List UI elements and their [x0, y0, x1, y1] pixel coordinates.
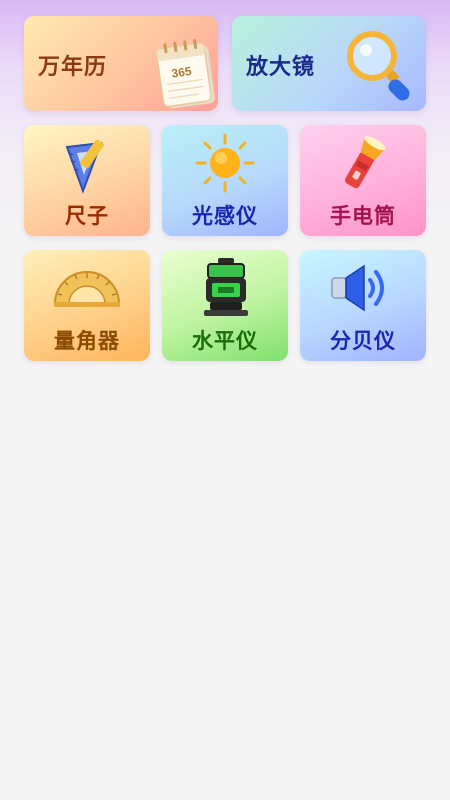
calendar-tool-card[interactable]: 万年历 365 — [24, 16, 218, 111]
flashlight-tool-card[interactable]: 手电筒 — [300, 125, 426, 236]
tools-grid: 万年历 365 放大镜 尺子 光感仪 手电筒 量角器 水平仪 分贝仪 — [0, 0, 450, 800]
flashlight-tool-label: 手电筒 — [330, 204, 396, 228]
light-sensor-tool-card[interactable]: 光感仪 — [162, 125, 288, 236]
magnifier-tool-card[interactable]: 放大镜 — [232, 16, 426, 111]
protractor-tool-card[interactable]: 量角器 — [24, 250, 150, 361]
sun-icon — [195, 133, 255, 197]
laser-level-icon — [200, 256, 252, 324]
ruler-tool-label: 尺子 — [65, 204, 109, 228]
light-sensor-tool-label: 光感仪 — [192, 204, 258, 228]
protractor-tool-label: 量角器 — [54, 329, 120, 353]
calendar-tool-label: 万年历 — [38, 55, 108, 80]
calendar-icon: 365 — [155, 38, 218, 111]
ruler-icon — [57, 133, 117, 199]
decibel-meter-tool-label: 分贝仪 — [330, 329, 396, 353]
decibel-meter-tool-card[interactable]: 分贝仪 — [300, 250, 426, 361]
flashlight-icon — [333, 133, 393, 199]
speaker-icon — [330, 262, 394, 318]
level-tool-card[interactable]: 水平仪 — [162, 250, 288, 361]
level-tool-label: 水平仪 — [192, 329, 258, 353]
protractor-icon — [52, 264, 122, 312]
magnifier-tool-label: 放大镜 — [246, 55, 316, 80]
ruler-tool-card[interactable]: 尺子 — [24, 125, 150, 236]
calendar-icon-number: 365 — [171, 64, 193, 81]
magnifier-icon — [344, 28, 414, 108]
